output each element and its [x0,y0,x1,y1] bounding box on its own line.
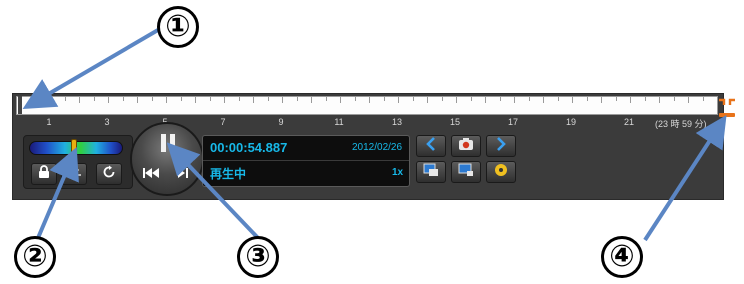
timeline-track[interactable] [16,96,718,115]
step-forward-icon [178,165,188,183]
timeline-tick [702,97,704,101]
swap-icon [66,165,82,183]
timeline-label: 3 [104,117,110,127]
playback-status: 再生中 [210,167,247,181]
skip-to-start-icon [143,165,159,183]
timeline-label: 7 [220,117,226,127]
pause-icon [160,133,176,158]
timeline-tick [470,97,472,101]
timeline-tick [659,97,660,103]
timeline-tick [615,97,617,101]
timeline-label: 11 [334,117,344,127]
timeline-tick [441,97,443,101]
next-button[interactable] [486,135,516,157]
timeline-tick [383,97,385,101]
callout-1: ① [157,6,199,48]
timeline-range-label: (23 時 59 分) [655,119,707,129]
timeline-label: 1 [46,117,52,127]
timeline-tick [137,97,138,103]
timeline-tick [108,97,109,103]
timeline-tick [267,97,269,101]
loop-button[interactable] [96,163,122,185]
timeline-tick [253,97,254,103]
playback-speed: 1x [392,167,404,178]
timeline-tick [93,97,95,101]
timeline-label: 17 [507,117,519,127]
timeline-tick [543,97,544,103]
previous-button[interactable] [416,135,446,157]
timeline-tick [325,97,327,101]
timeline-tick [528,97,530,101]
swap-button[interactable] [61,163,87,185]
timeline-tick [64,97,66,101]
speed-slider-thumb[interactable] [71,139,77,157]
callout-4: ④ [601,236,643,278]
timeline-tick [601,97,602,103]
export-icon [423,163,439,182]
timeline-tick [122,97,124,101]
timeline-tick [412,97,414,101]
skip-to-start-button[interactable] [140,166,162,182]
chevron-right-icon [496,136,506,156]
timeline-tick [630,97,631,103]
lock-button[interactable] [31,163,57,185]
timeline-tick [311,97,312,103]
timeline-label: 9 [278,117,284,127]
timeline-tick [35,97,37,101]
timeline-hour-labels: 1 3 5 7 9 11 13 15 17 19 21 [16,117,718,129]
timeline-tick [79,97,80,103]
timeline-tick [688,97,689,103]
lock-icon [38,164,50,184]
timeline-label: 21 [623,117,635,127]
info-divider [203,160,409,161]
callout-2: ② [14,236,56,278]
timeline-tick [557,97,559,101]
loop-icon [102,165,116,184]
timeline-label: 13 [391,117,403,127]
timeline-tick [209,97,211,101]
timeline-label: 19 [565,117,577,127]
timeline-tick [485,97,486,103]
timeline-tick [224,97,225,103]
disc-button[interactable] [486,161,516,183]
timeline-tick [456,97,457,103]
timeline-tick [427,97,428,103]
timeline-tick [195,97,196,103]
timeline-tick [673,97,675,101]
timeline-tick [354,97,356,101]
timeline-tick [238,97,240,101]
timeline-tick [398,97,399,103]
timeline-tick [340,97,341,103]
expand-icon[interactable] [718,98,736,120]
playback-date: 2012/02/26 [352,142,403,153]
step-forward-button[interactable] [172,166,194,182]
timeline-cursor[interactable] [18,96,22,114]
timeline-tick [499,97,501,101]
window-button[interactable] [451,161,481,183]
timeline-label: 15 [449,117,461,127]
window-icon [458,163,474,182]
timeline-tick [151,97,153,101]
timeline-tick [514,97,515,103]
timeline-tick [180,97,182,101]
timeline-tick [282,97,283,103]
timeline-tick [50,97,51,103]
timeline-tick [572,97,573,103]
playback-time: 00:00:54.887 [210,140,288,155]
timeline-tick [166,97,167,103]
timeline-tick [644,97,646,101]
timeline-tick [369,97,370,103]
chevron-left-icon [426,136,436,156]
timeline-tick [296,97,298,101]
camera-icon [458,137,474,156]
timeline-tick [586,97,588,101]
callout-3: ③ [237,236,279,278]
export-button[interactable] [416,161,446,183]
disc-icon [494,163,508,182]
snapshot-button[interactable] [451,135,481,157]
pause-button[interactable] [150,127,186,163]
